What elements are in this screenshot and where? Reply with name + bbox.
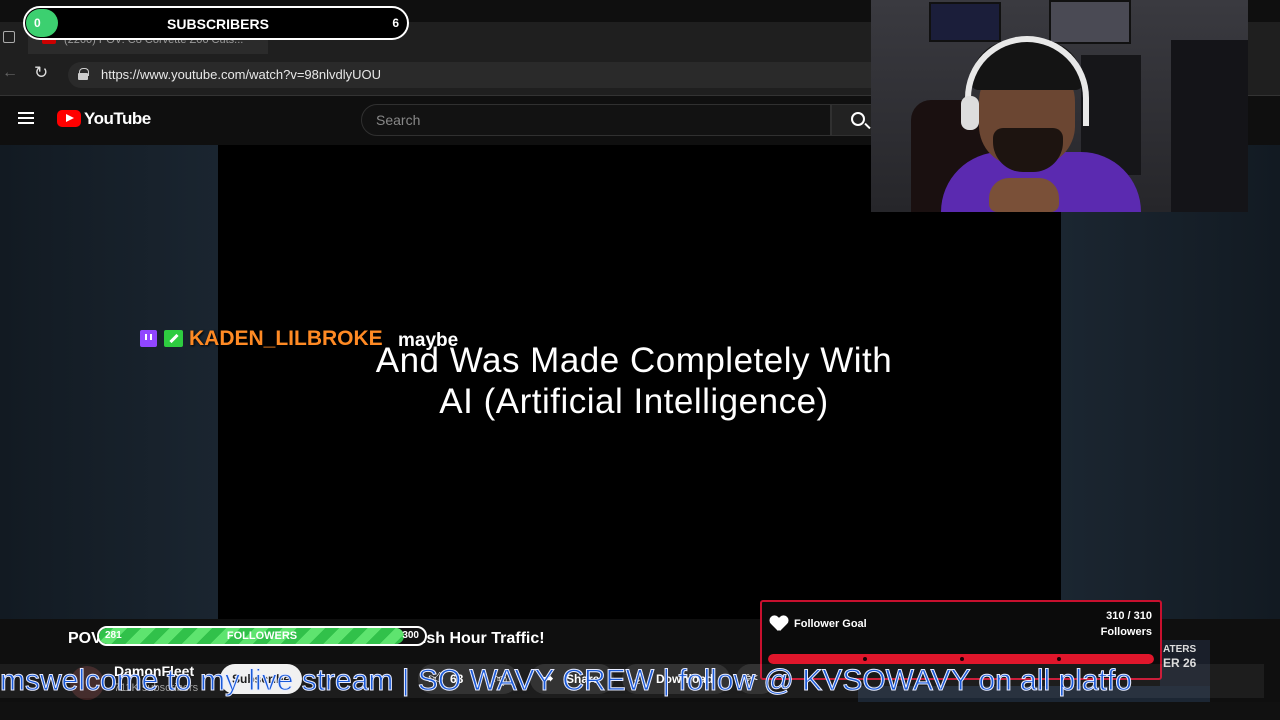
shelf bbox=[1171, 40, 1248, 212]
search-icon bbox=[851, 112, 865, 126]
youtube-wordmark[interactable]: YouTube bbox=[84, 109, 151, 129]
wall-poster bbox=[929, 2, 1001, 42]
ambient-glow-right bbox=[1061, 145, 1280, 619]
search-placeholder: Search bbox=[376, 112, 421, 128]
ambient-glow-left bbox=[0, 145, 218, 619]
subscribers-target: 6 bbox=[392, 16, 399, 30]
window-menu-icon[interactable] bbox=[3, 31, 15, 43]
chat-badge-icon bbox=[164, 330, 183, 347]
youtube-logo-icon[interactable] bbox=[57, 110, 81, 127]
url-field[interactable]: https://www.youtube.com/watch?v=98nlvdly… bbox=[68, 62, 888, 88]
follower-goal-unit: Followers bbox=[1100, 626, 1152, 638]
goal-tick-marker bbox=[1057, 657, 1061, 661]
headset-earcup bbox=[961, 96, 979, 130]
menu-icon[interactable] bbox=[18, 112, 34, 124]
followers-target: 300 bbox=[402, 630, 419, 641]
stream-screen: (2260) POV: C8 Corvette Z06 Cuts... ✕ + … bbox=[0, 0, 1280, 720]
goal-tick-marker bbox=[960, 657, 964, 661]
streamer-hands bbox=[989, 178, 1059, 212]
subscribers-label: SUBSCRIBERS bbox=[167, 16, 269, 32]
follower-goal-count: 310 / 310 bbox=[1106, 610, 1152, 622]
follower-goal-title: Follower Goal bbox=[794, 618, 867, 630]
chat-text: maybe bbox=[398, 330, 459, 351]
subscribers-goal-bar: 0 SUBSCRIBERS 6 bbox=[23, 6, 409, 40]
followers-label: FOLLOWERS bbox=[226, 630, 298, 642]
caption-line-2: AI (Artificial Intelligence) bbox=[439, 382, 829, 421]
follower-goal-track bbox=[768, 654, 1154, 664]
goal-tick-marker bbox=[863, 657, 867, 661]
promo-text-1: ATERS bbox=[1163, 644, 1197, 655]
followers-goal-bar: 281 FOLLOWERS 300 bbox=[97, 626, 427, 646]
reload-icon[interactable]: ↻ bbox=[34, 63, 48, 83]
wall-poster bbox=[1049, 0, 1131, 44]
lock-icon bbox=[78, 68, 89, 80]
bottom-strip bbox=[0, 702, 1280, 720]
video-caption: And Was Made Completely With AI (Artific… bbox=[218, 340, 1050, 422]
search-input[interactable]: Search bbox=[361, 104, 831, 136]
twitch-icon bbox=[140, 330, 157, 347]
heart-icon bbox=[770, 616, 788, 632]
url-text: https://www.youtube.com/watch?v=98nlvdly… bbox=[101, 67, 381, 82]
scrolling-ticker: mswelcome to my live stream | SO WAVY CR… bbox=[0, 664, 1264, 698]
webcam-overlay bbox=[871, 0, 1248, 212]
back-arrow-icon[interactable]: ← bbox=[2, 64, 18, 82]
ticker-text: mswelcome to my live stream | SO WAVY CR… bbox=[0, 664, 1132, 698]
chat-username: KADEN_LILBROKE bbox=[189, 327, 383, 350]
